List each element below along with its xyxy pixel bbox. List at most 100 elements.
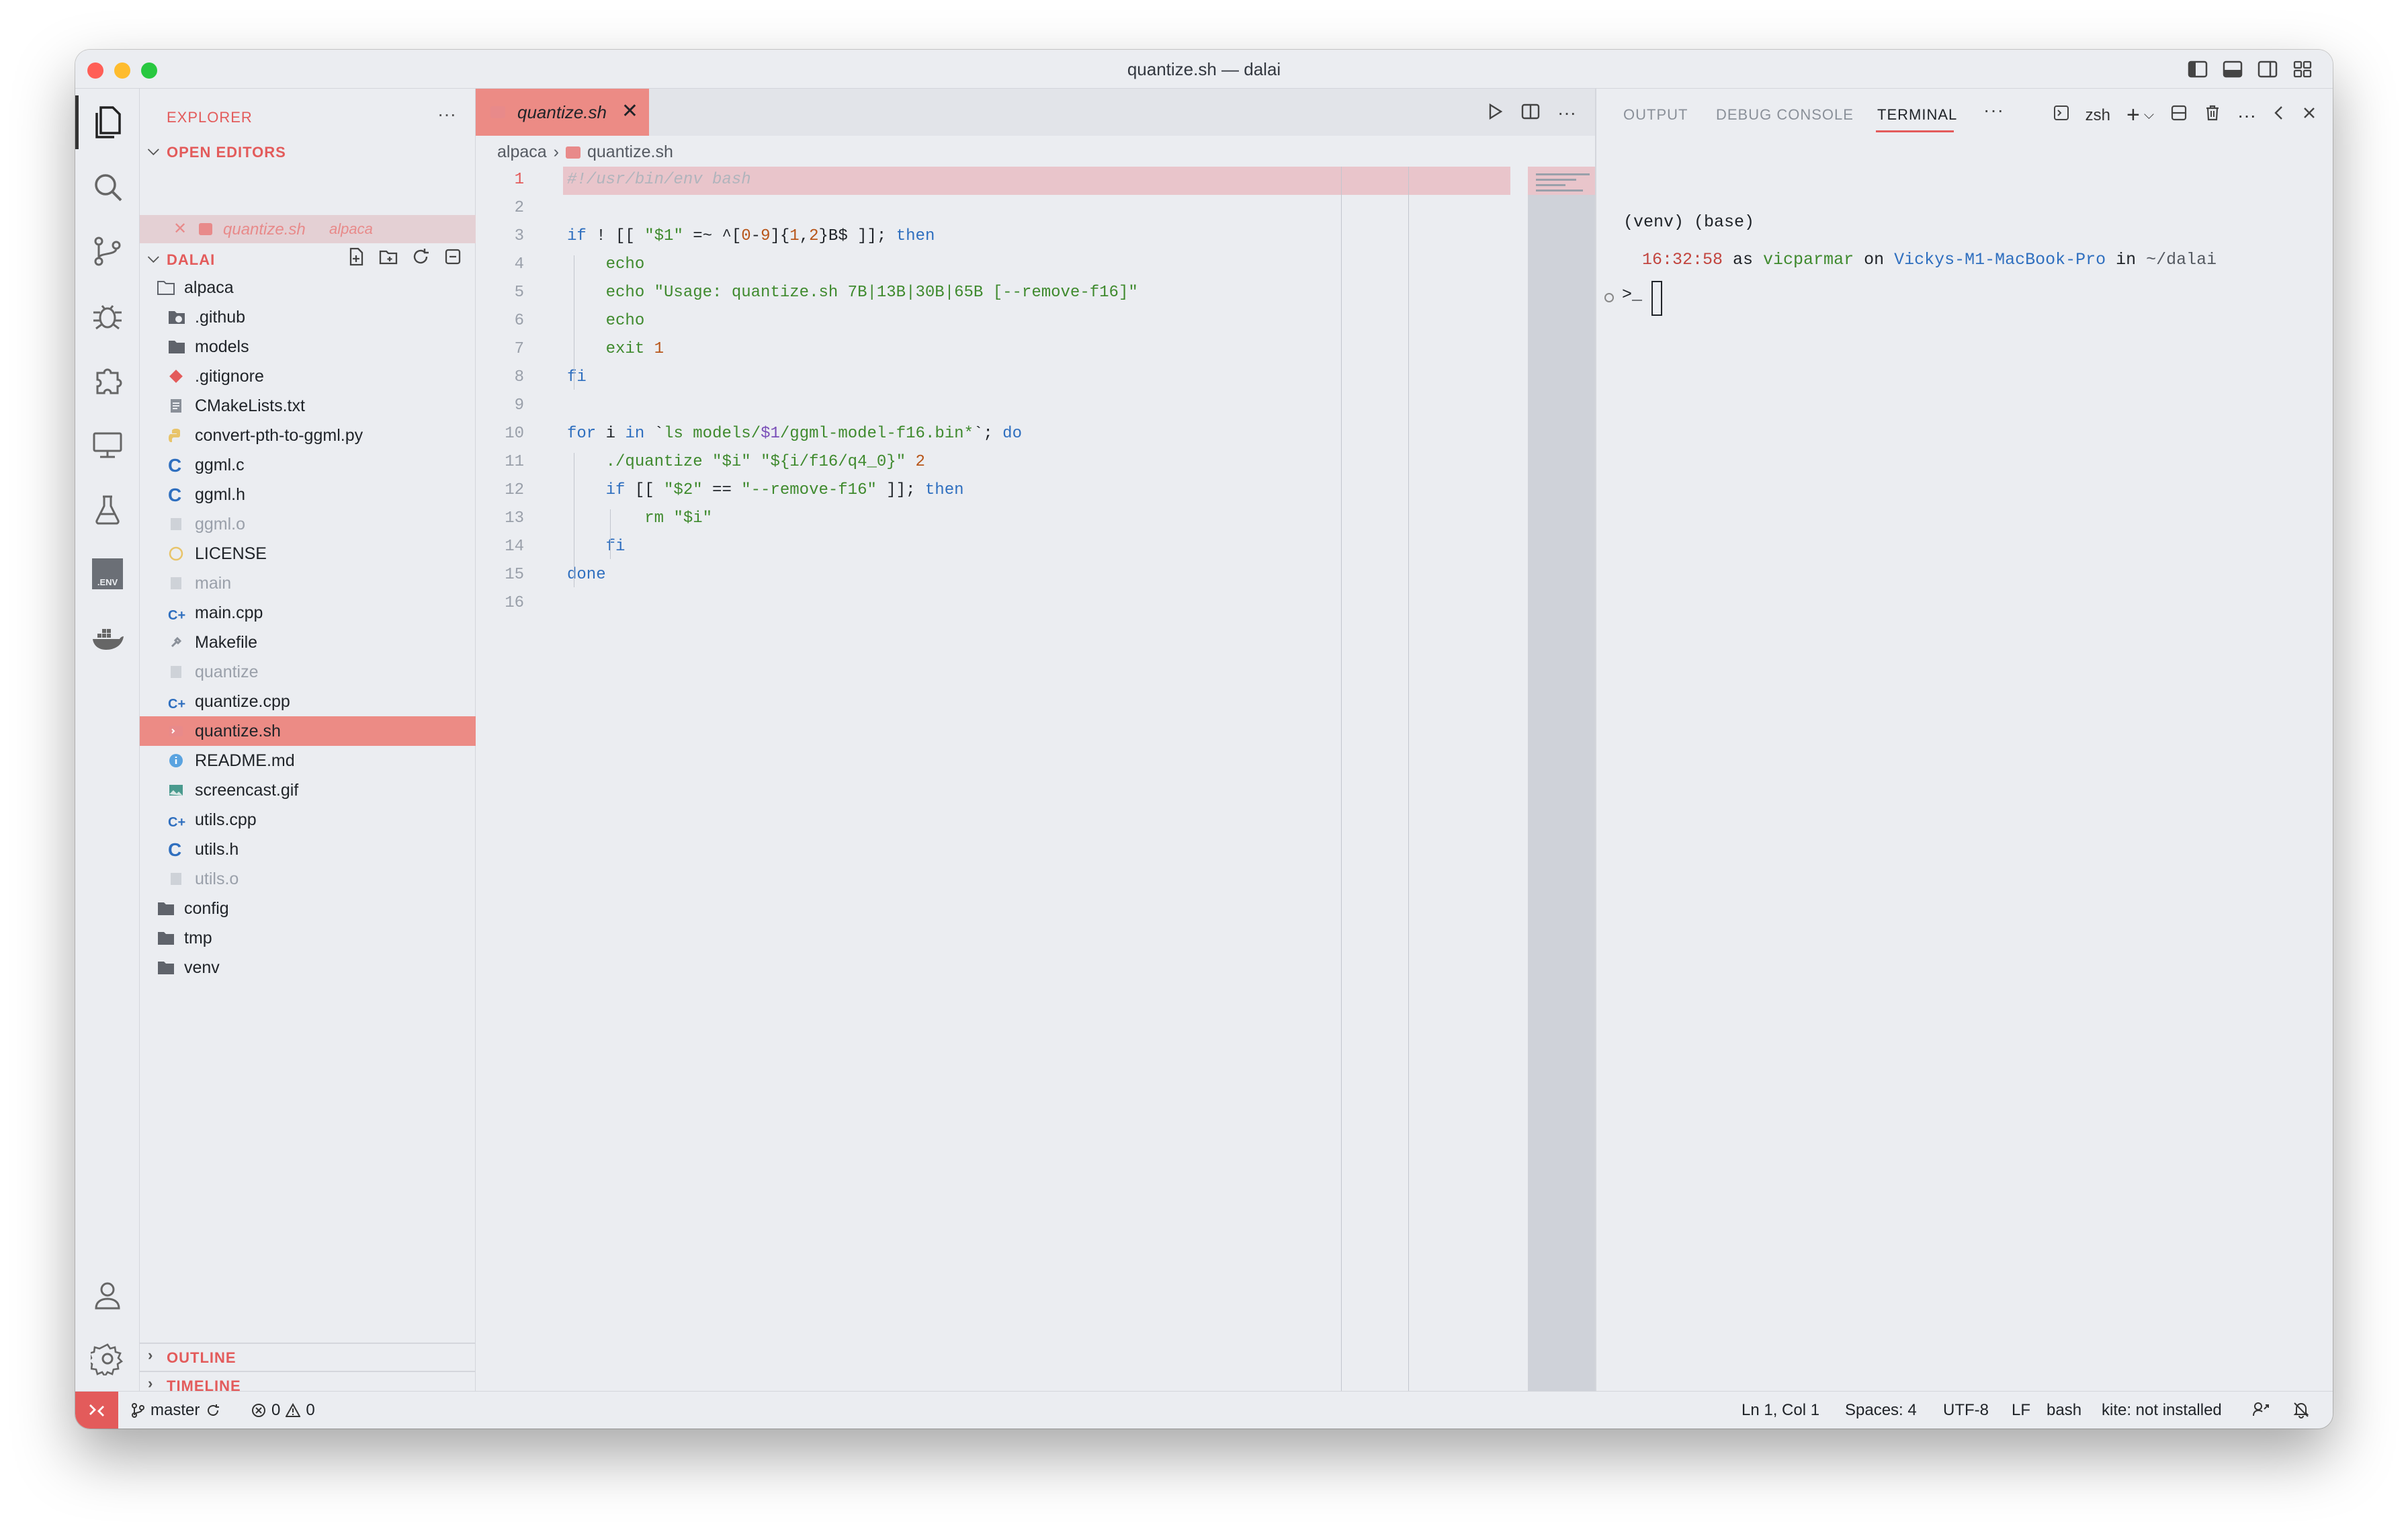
code-token: in [625, 425, 645, 443]
account-icon[interactable] [87, 1275, 128, 1316]
collapse-all-icon[interactable] [443, 247, 462, 266]
new-folder-icon[interactable] [379, 247, 398, 266]
git-icon [168, 368, 184, 384]
toggle-panel-icon[interactable] [2223, 60, 2243, 78]
close-tab-icon[interactable]: ✕ [621, 99, 638, 123]
tree-item[interactable]: venv [140, 953, 476, 982]
tree-item[interactable]: screencast.gif [140, 775, 476, 805]
code-token: ls [664, 425, 683, 443]
tree-item[interactable]: LICENSE [140, 539, 476, 568]
outline-header[interactable]: › OUTLINE [140, 1343, 476, 1372]
open-editors-header[interactable]: ⌵ OPEN EDITORS [140, 137, 476, 167]
terminal-shell-name[interactable]: zsh [2086, 106, 2110, 125]
open-editor-item[interactable]: ✕ quantize.sh alpaca [140, 215, 476, 243]
cursor-position[interactable]: Ln 1, Col 1 [1742, 1401, 1819, 1420]
panel-more-icon[interactable]: ··· [1983, 99, 2004, 121]
tree-item[interactable]: C+ utils.cpp [140, 805, 476, 835]
error-count: 0 [271, 1401, 281, 1419]
indentation-status[interactable]: Spaces: 4 [1845, 1401, 1917, 1420]
code-token: echo [605, 284, 645, 302]
tab-debug-console[interactable]: DEBUG CONSOLE [1716, 106, 1854, 124]
refresh-icon[interactable] [411, 247, 430, 266]
chevron-left-icon[interactable] [2272, 105, 2286, 126]
tree-item[interactable]: quantize [140, 657, 476, 687]
tab-output[interactable]: OUTPUT [1623, 106, 1688, 124]
tree-item[interactable]: main [140, 568, 476, 598]
tree-item[interactable]: convert-pth-to-ggml.py [140, 421, 476, 450]
sync-icon[interactable] [205, 1402, 221, 1418]
new-file-icon[interactable] [347, 247, 366, 266]
tab-terminal[interactable]: TERMINAL [1877, 106, 1957, 124]
explorer-icon[interactable] [87, 102, 128, 142]
tree-item[interactable]: quantize.sh [140, 716, 476, 746]
debug-icon[interactable] [87, 296, 128, 336]
split-terminal-icon[interactable] [2170, 104, 2188, 126]
encoding-status[interactable]: UTF-8 [1943, 1401, 1989, 1420]
run-icon[interactable] [1486, 103, 1504, 124]
dotenv-icon[interactable]: .ENV [87, 554, 128, 594]
code-token: ]]; [876, 481, 925, 499]
kite-status[interactable]: kite: not installed [2102, 1401, 2222, 1420]
shell-file-icon [199, 223, 212, 235]
breadcrumb-file[interactable]: quantize.sh [587, 142, 673, 162]
layout-controls [2188, 60, 2313, 78]
code-editor[interactable]: 1 #!/usr/bin/env bash 2 3 if ! [[ "$1" =~ ^[… [476, 167, 1595, 1391]
code-token: , [799, 227, 810, 245]
tree-item[interactable]: CMakeLists.txt [140, 391, 476, 421]
customize-layout-icon[interactable] [2292, 60, 2313, 78]
tree-item[interactable]: .github [140, 302, 476, 332]
remote-indicator-icon[interactable] [75, 1392, 118, 1429]
tree-item[interactable]: Cutils.h [140, 835, 476, 864]
tree-item[interactable]: README.md [140, 746, 476, 775]
extensions-icon[interactable] [87, 360, 128, 400]
source-control-icon[interactable] [87, 231, 128, 271]
eol-status[interactable]: LF [2012, 1401, 2030, 1420]
terminal-more-icon[interactable]: ··· [2237, 105, 2256, 126]
tree-item[interactable]: C+ quantize.cpp [140, 687, 476, 716]
tree-item[interactable]: config [140, 894, 476, 923]
code-token: == [702, 481, 742, 499]
workspace-header[interactable]: ⌵ DALAI [140, 245, 476, 274]
settings-gear-icon[interactable] [87, 1339, 128, 1379]
editor-more-actions-icon[interactable]: ··· [1557, 102, 1576, 124]
code-line: for i in `ls models/$1/ggml-model-f16.bi… [567, 425, 1022, 443]
tree-item[interactable]: Cggml.h [140, 480, 476, 509]
search-icon[interactable] [87, 167, 128, 207]
editor-actions: ··· [1486, 102, 1576, 124]
toggle-primary-sidebar-icon[interactable] [2188, 60, 2208, 78]
tree-item[interactable]: C+ main.cpp [140, 598, 476, 628]
code-token: ! [[ [586, 227, 645, 245]
sidebar-more-actions-icon[interactable]: ··· [437, 103, 456, 125]
new-terminal-icon[interactable]: + [2126, 102, 2140, 128]
code-token: "$2" [664, 481, 703, 499]
breadcrumb-folder[interactable]: alpaca [497, 142, 547, 162]
close-panel-icon[interactable] [2302, 105, 2317, 125]
terminal-cursor[interactable] [1651, 281, 1662, 316]
remote-explorer-icon[interactable] [87, 425, 128, 465]
chevron-down-icon[interactable]: ⌵ [2144, 108, 2154, 123]
tree-item[interactable]: models [140, 332, 476, 362]
close-editor-icon[interactable]: ✕ [173, 219, 187, 239]
tree-item-label: .github [195, 308, 246, 327]
sidebar-title: EXPLORER [167, 109, 253, 126]
split-editor-icon[interactable] [1521, 103, 1540, 124]
tree-item[interactable]: alpaca [140, 273, 476, 302]
git-branch-status[interactable]: master [130, 1401, 221, 1420]
trash-icon[interactable] [2204, 104, 2221, 126]
tree-item[interactable]: utils.o [140, 864, 476, 894]
tree-item[interactable]: tmp [140, 923, 476, 953]
tab-quantize-sh[interactable]: quantize.sh ✕ [476, 89, 649, 136]
language-mode[interactable]: bash [2047, 1401, 2081, 1420]
testing-icon[interactable] [87, 489, 128, 529]
tree-item[interactable]: ggml.o [140, 509, 476, 539]
problems-status[interactable]: 0 0 [251, 1401, 315, 1420]
docker-icon[interactable] [87, 618, 128, 659]
notifications-bell-icon[interactable] [2292, 1401, 2310, 1423]
tree-item[interactable]: Cggml.c [140, 450, 476, 480]
live-share-icon[interactable] [2252, 1401, 2271, 1423]
toggle-secondary-sidebar-icon[interactable] [2258, 60, 2278, 78]
minimap[interactable] [1528, 167, 1602, 1391]
tree-item[interactable]: Makefile [140, 628, 476, 657]
tree-item[interactable]: .gitignore [140, 362, 476, 391]
